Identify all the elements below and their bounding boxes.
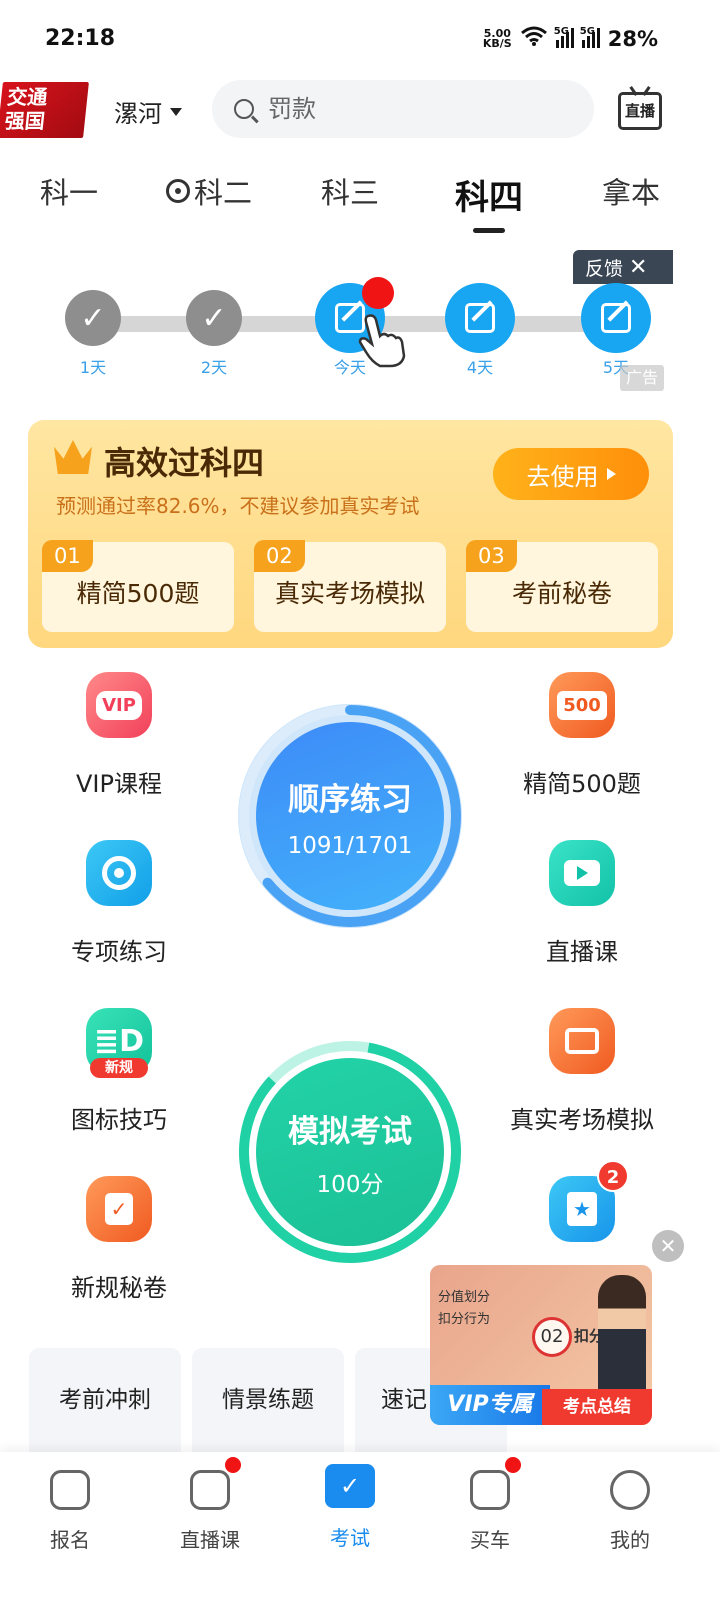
day-2[interactable]: ✓ 2天	[186, 290, 242, 378]
clock: 22:18	[45, 26, 116, 51]
promo-item-500[interactable]: 01 精简500题	[42, 540, 234, 632]
vip-exclusive-label: VIP专属	[430, 1385, 550, 1425]
ad-label: 广告	[620, 365, 664, 391]
summary-label: 考点总结	[542, 1389, 652, 1425]
live-tv-button[interactable]: 直播	[618, 92, 662, 130]
feedback-button[interactable]: 反馈 ✕	[573, 250, 673, 284]
notification-dot	[362, 277, 394, 309]
tab-ke1[interactable]: 科一	[40, 170, 98, 212]
promo-item-secret-paper[interactable]: 03 考前秘卷	[466, 540, 658, 632]
net-speed: 5.00 KB/S	[482, 26, 512, 50]
search-icon	[234, 99, 254, 119]
feature-vip-course[interactable]: VIP VIP课程	[29, 672, 209, 799]
subject-tabs: 科一 科二 科三 科四 拿本	[0, 170, 720, 233]
vip-icon: VIP	[86, 672, 152, 738]
presenter-image	[598, 1275, 646, 1395]
monitor-icon	[549, 1008, 615, 1074]
mock-exam-button[interactable]: 模拟考试 100分	[256, 1058, 444, 1246]
search-bar[interactable]	[212, 80, 594, 138]
feature-new-rules-paper[interactable]: ✓ 新规秘卷	[29, 1176, 209, 1303]
feature-favorites[interactable]: ★ 2	[492, 1160, 672, 1242]
city-selector[interactable]: 漯河	[114, 94, 182, 129]
promo-subtitle: 预测通过率82.6%，不建议参加真实考试	[56, 494, 420, 518]
exam-folder-icon: ✓	[325, 1464, 375, 1508]
feature-real-exam-sim[interactable]: 真实考场模拟	[492, 1008, 672, 1135]
check-icon: ✓	[65, 290, 121, 346]
tv-icon	[190, 1457, 241, 1510]
battery-level: 28%	[607, 26, 658, 51]
nav-buy-car[interactable]: 买车	[440, 1457, 540, 1553]
badge-count: 2	[597, 1160, 629, 1192]
use-button[interactable]: 去使用	[493, 448, 649, 500]
nav-profile[interactable]: 我的	[580, 1470, 680, 1553]
sequential-practice-button[interactable]: 顺序练习 1091/1701	[256, 722, 444, 910]
play-arrow-icon	[606, 468, 616, 480]
caret-down-icon	[170, 107, 182, 116]
video-camera-icon	[549, 840, 615, 906]
bottom-nav: 报名 直播课 ✓ 考试 买车 我的	[0, 1452, 720, 1608]
bookmark-star-icon: ★ 2	[549, 1160, 629, 1242]
close-video-button[interactable]: ✕	[652, 1230, 684, 1262]
feature-500-questions[interactable]: 500 精简500题	[492, 672, 672, 799]
headlight-icon: ≣D 新规	[86, 1008, 152, 1078]
wifi-icon	[520, 26, 548, 51]
tab-ke3[interactable]: 科三	[321, 170, 379, 212]
promo-item-real-exam[interactable]: 02 真实考场模拟	[254, 540, 446, 632]
feature-special-practice[interactable]: 专项练习	[29, 840, 209, 967]
day-1[interactable]: ✓ 1天	[65, 290, 121, 378]
signal-icon-sim1: 5G	[554, 26, 574, 48]
floating-video[interactable]: 分值划分扣分行为 02 扣分分值 VIP专属 考点总结	[430, 1265, 652, 1425]
edit-icon	[581, 283, 651, 353]
hand-pointer-icon	[358, 312, 408, 372]
feature-sign-tips[interactable]: ≣D 新规 图标技巧	[29, 1008, 209, 1135]
study-plan-progress: 反馈 ✕ ✓ 1天 ✓ 2天 今天 4天 5天 广告	[0, 250, 720, 400]
brand-logo[interactable]: 交通 强国	[0, 82, 89, 138]
signup-icon	[50, 1470, 90, 1510]
clipboard-check-icon: ✓	[86, 1176, 152, 1242]
tab-ke2[interactable]: 科二	[166, 170, 252, 212]
target-icon	[86, 840, 152, 906]
app-header: 交通强国 漯河 直播	[0, 80, 720, 140]
car-icon	[470, 1457, 521, 1510]
nav-exam[interactable]: ✓ 考试	[300, 1464, 400, 1551]
search-input[interactable]	[268, 95, 548, 123]
nav-red-dot	[225, 1457, 241, 1473]
nav-live[interactable]: 直播课	[160, 1457, 260, 1553]
promo-title: 高效过科四	[104, 444, 265, 482]
check-icon: ✓	[186, 290, 242, 346]
smile-icon	[610, 1470, 650, 1510]
status-bar: 22:18 5.00 KB/S 5G 5G 28%	[0, 0, 720, 80]
close-icon[interactable]: ✕	[629, 255, 647, 280]
city-label: 漯河	[114, 100, 162, 128]
signal-icon-sim2: 5G	[580, 26, 600, 48]
steering-wheel-icon	[166, 179, 190, 203]
500-icon: 500	[549, 672, 615, 738]
edit-icon	[445, 283, 515, 353]
feature-live-course[interactable]: 直播课	[492, 840, 672, 967]
tab-license[interactable]: 拿本	[602, 170, 660, 212]
day-4[interactable]: 4天	[445, 283, 515, 378]
nav-red-dot	[505, 1457, 521, 1473]
crown-icon	[54, 440, 92, 474]
tab-ke4[interactable]: 科四	[455, 170, 523, 233]
promo-card[interactable]: 高效过科四 预测通过率82.6%，不建议参加真实考试 去使用 01 精简500题 …	[28, 420, 673, 648]
nav-signup[interactable]: 报名	[20, 1470, 120, 1553]
